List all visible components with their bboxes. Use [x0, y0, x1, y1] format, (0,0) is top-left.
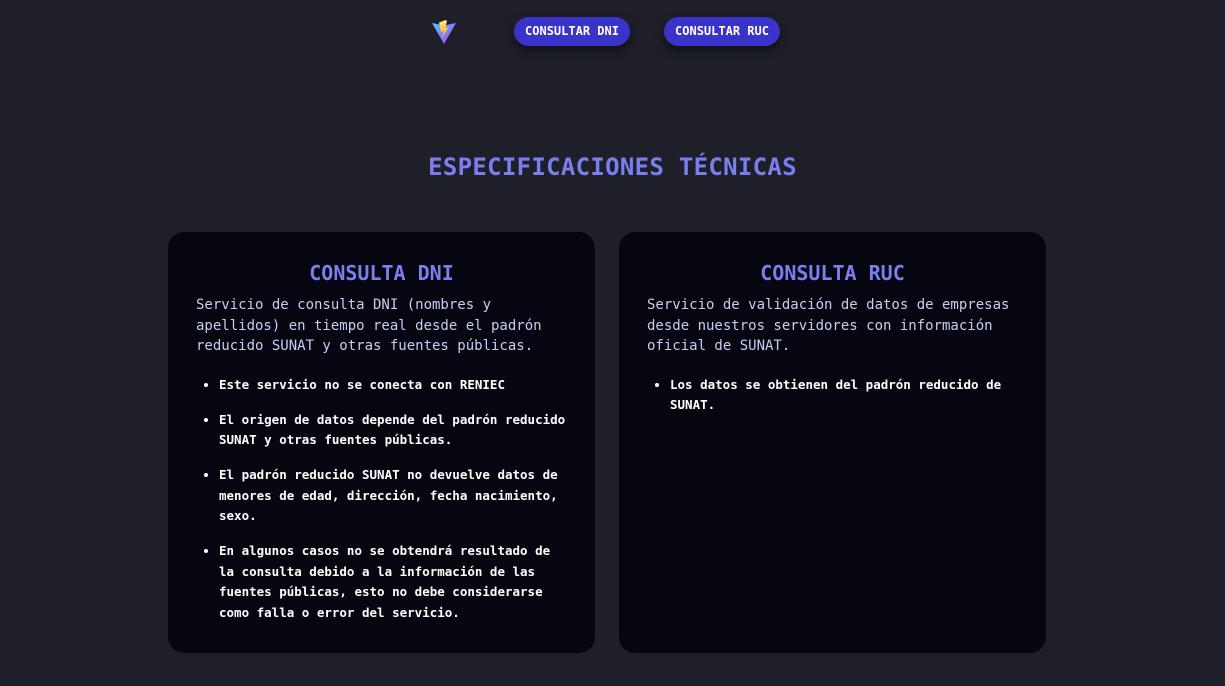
card-title: CONSULTA RUC	[760, 261, 905, 285]
spec-list: Los datos se obtienen del padrón reducid…	[647, 375, 1018, 416]
card-description: Servicio de validación de datos de empre…	[647, 297, 1010, 354]
card-consulta-dni: CONSULTA DNI Servicio de consulta DNI (n…	[168, 232, 595, 653]
card-consulta-ruc: CONSULTA RUC Servicio de validación de d…	[619, 232, 1046, 653]
card-title: CONSULTA DNI	[309, 261, 454, 285]
vite-logo-icon[interactable]	[431, 19, 457, 45]
list-item: El padrón reducido SUNAT no devuelve dat…	[219, 465, 567, 527]
card-description: Servicio de consulta DNI (nombres y apel…	[196, 297, 542, 354]
list-item: En algunos casos no se obtendrá resultad…	[219, 541, 567, 623]
list-item: El origen de datos depende del padrón re…	[219, 410, 567, 451]
spec-list: Este servicio no se conecta con RENIEC E…	[196, 375, 567, 624]
page-title: ESPECIFICACIONES TÉCNICAS	[428, 153, 797, 181]
consultar-ruc-button[interactable]: CONSULTAR RUC	[664, 17, 780, 46]
list-item: Este servicio no se conecta con RENIEC	[219, 375, 567, 396]
list-item: Los datos se obtienen del padrón reducid…	[670, 375, 1018, 416]
consultar-dni-button[interactable]: CONSULTAR DNI	[514, 17, 630, 46]
top-nav: CONSULTAR DNI CONSULTAR RUC	[0, 0, 1225, 64]
